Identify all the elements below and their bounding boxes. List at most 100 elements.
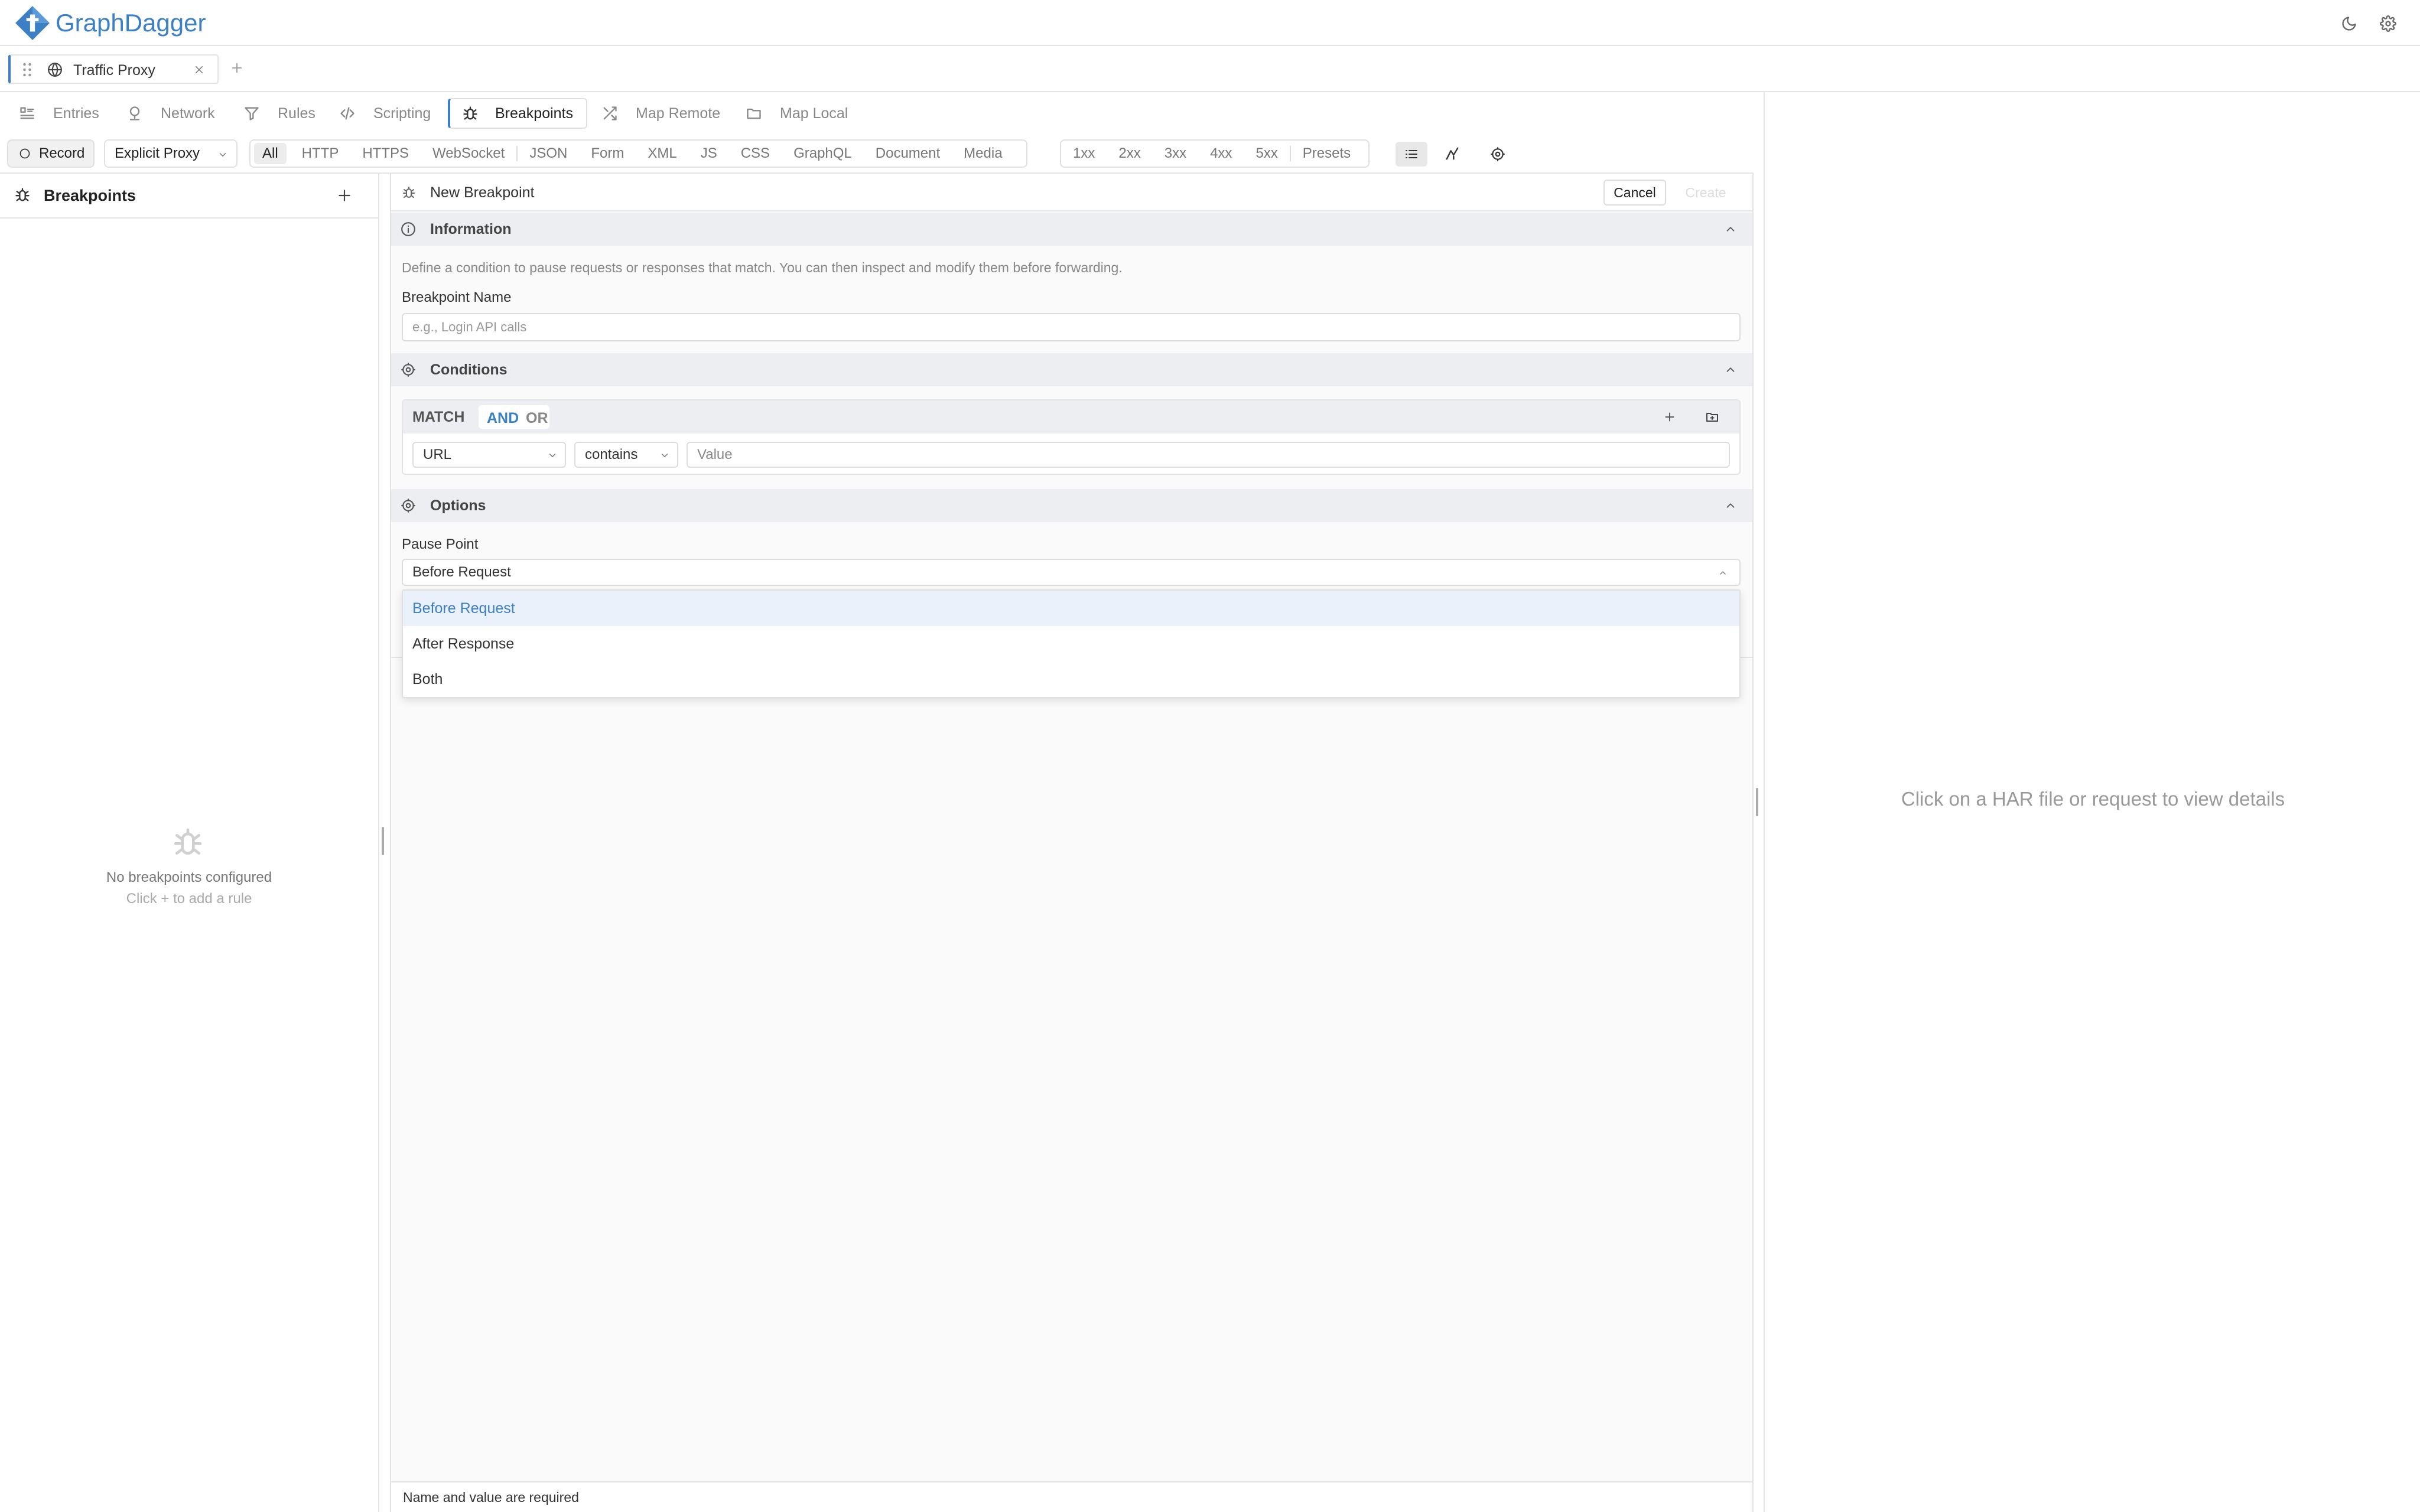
nav-map-remote[interactable]: Map Remote — [601, 92, 720, 135]
filter-css[interactable]: CSS — [729, 141, 782, 167]
bug-icon — [402, 185, 416, 200]
information-description: Define a condition to pause requests or … — [402, 260, 1123, 275]
filter-presets[interactable]: Presets — [1291, 141, 1362, 167]
bug-icon — [462, 105, 479, 122]
nav-map-local-label: Map Local — [780, 105, 848, 122]
nav-breakpoints-label: Breakpoints — [495, 105, 574, 122]
add-tab-icon[interactable] — [230, 61, 243, 74]
record-icon — [19, 148, 31, 159]
chevron-down-icon — [659, 450, 670, 461]
empty-bug-icon — [171, 826, 204, 859]
gear-icon[interactable] — [2380, 15, 2396, 32]
graphdagger-logo-icon — [14, 4, 51, 43]
filter-2xx[interactable]: 2xx — [1107, 141, 1152, 167]
filter-graphql[interactable]: GraphQL — [782, 141, 864, 167]
moon-icon[interactable] — [2341, 15, 2357, 32]
filter-3xx[interactable]: 3xx — [1153, 141, 1198, 167]
tab-label: Traffic Proxy — [73, 62, 155, 79]
editor-title: New Breakpoint — [430, 184, 535, 201]
bug-icon — [14, 187, 31, 203]
record-button[interactable]: Record — [7, 139, 95, 168]
pause-point-label: Pause Point — [402, 536, 479, 552]
chevron-down-icon — [547, 450, 558, 461]
nav-network-label: Network — [161, 105, 215, 122]
proxy-mode-select[interactable]: Explicit Proxy — [104, 139, 238, 168]
nav-network[interactable]: Network — [126, 92, 215, 135]
condition-operator-select[interactable]: contains — [574, 442, 678, 468]
filter-4xx[interactable]: 4xx — [1198, 141, 1244, 167]
nav-scripting[interactable]: Scripting — [339, 92, 431, 135]
condition-field-select[interactable]: URL — [412, 442, 566, 468]
drag-handle-icon[interactable] — [22, 63, 32, 77]
filter-form[interactable]: Form — [579, 141, 636, 167]
dropdown-option-before-request[interactable]: Before Request — [403, 591, 1739, 626]
conditions-heading: Conditions — [430, 361, 508, 378]
tab-traffic-proxy[interactable]: Traffic Proxy — [8, 54, 219, 84]
workspace-tab-bar: Traffic Proxy — [0, 46, 2420, 92]
breakpoints-sidebar: Breakpoints No breakpoints configured Cl… — [0, 174, 379, 1512]
add-condition-icon[interactable] — [1664, 411, 1676, 423]
dropdown-option-both[interactable]: Both — [403, 662, 1739, 697]
filter-media[interactable]: Media — [952, 141, 1014, 167]
condition-value-input[interactable]: Value — [687, 442, 1730, 468]
filter-http[interactable]: HTTP — [290, 141, 351, 167]
editor-status-bar: Name and value are required — [391, 1481, 1752, 1512]
information-section-header[interactable]: Information — [391, 213, 1752, 246]
filter-json[interactable]: JSON — [518, 141, 579, 167]
sidebar-header-divider — [0, 217, 378, 219]
nav-rules[interactable]: Rules — [243, 92, 315, 135]
list-icon — [19, 105, 35, 122]
chevron-up-icon[interactable] — [1724, 363, 1737, 376]
options-heading: Options — [430, 497, 486, 514]
or-label[interactable]: OR — [526, 410, 548, 427]
filter-5xx[interactable]: 5xx — [1244, 141, 1289, 167]
filter-js[interactable]: JS — [689, 141, 729, 167]
filter-icon — [243, 105, 260, 122]
filter-1xx[interactable]: 1xx — [1061, 141, 1107, 167]
conditions-section-header[interactable]: Conditions — [391, 353, 1752, 386]
type-filter-group: All HTTP HTTPS WebSocket JSON Form XML J… — [249, 139, 1027, 168]
details-resize-handle[interactable] — [1756, 788, 1758, 816]
shuffle-icon — [601, 105, 618, 122]
gear-icon — [401, 498, 416, 513]
list-view-button[interactable] — [1396, 142, 1427, 167]
sidebar-resize-handle[interactable] — [382, 827, 384, 855]
filter-https[interactable]: HTTPS — [350, 141, 421, 167]
nav-breakpoints[interactable]: Breakpoints — [448, 98, 587, 129]
toolbar-settings-icon[interactable] — [1490, 146, 1505, 162]
filter-all[interactable]: All — [254, 143, 287, 164]
nav-entries[interactable]: Entries — [19, 92, 99, 135]
breakpoint-name-input[interactable]: e.g., Login API calls — [402, 313, 1741, 341]
condition-operator-value: contains — [585, 447, 638, 462]
filter-document[interactable]: Document — [864, 141, 952, 167]
waterfall-icon[interactable] — [1444, 145, 1461, 162]
add-breakpoint-icon[interactable] — [337, 188, 352, 203]
match-label: MATCH — [412, 409, 465, 425]
nav-map-local[interactable]: Map Local — [746, 92, 848, 135]
list-view-icon — [1404, 147, 1419, 161]
add-group-icon[interactable] — [1705, 410, 1719, 424]
nav-scripting-label: Scripting — [373, 105, 431, 122]
breakpoint-name-placeholder: e.g., Login API calls — [412, 320, 527, 334]
close-icon[interactable] — [194, 64, 204, 75]
chevron-up-icon[interactable] — [1724, 223, 1737, 236]
create-button[interactable]: Create — [1673, 180, 1738, 206]
filter-xml[interactable]: XML — [636, 141, 688, 167]
app-header: GraphDagger — [0, 0, 2420, 46]
condition-group: MATCH AND OR URL contains Value — [402, 399, 1741, 475]
nav-map-remote-label: Map Remote — [636, 105, 721, 122]
empty-title: No breakpoints configured — [106, 869, 272, 885]
cancel-button[interactable]: Cancel — [1603, 180, 1666, 206]
chevron-up-icon — [1718, 568, 1728, 578]
pause-point-value: Before Request — [412, 564, 511, 580]
sidebar-title: Breakpoints — [44, 187, 136, 204]
chevron-up-icon[interactable] — [1724, 499, 1737, 512]
dropdown-option-after-response[interactable]: After Response — [403, 626, 1739, 662]
filter-websocket[interactable]: WebSocket — [421, 141, 516, 167]
condition-field-value: URL — [423, 447, 452, 462]
and-toggle[interactable]: AND OR — [479, 405, 549, 429]
condition-value-placeholder: Value — [697, 447, 733, 462]
details-panel: Click on a HAR file or request to view d… — [1764, 92, 2420, 1512]
options-section-header[interactable]: Options — [391, 489, 1752, 522]
pause-point-select[interactable]: Before Request — [402, 559, 1741, 586]
